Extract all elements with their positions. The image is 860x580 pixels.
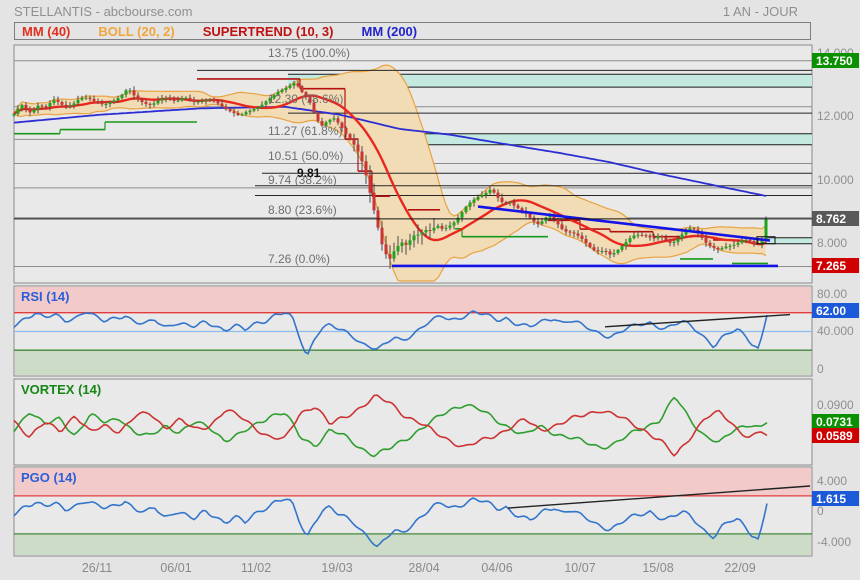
- chart-canvas[interactable]: [0, 0, 860, 580]
- rsi-axis-label: 80.00: [817, 287, 847, 301]
- vortex-value-badge: 0.0731: [812, 414, 859, 429]
- legend-mm40[interactable]: MM (40): [22, 24, 70, 39]
- fib-label: 10.51 (50.0%): [268, 149, 343, 163]
- date-label: 06/01: [152, 561, 200, 575]
- pgo-panel-title: PGO (14): [21, 470, 77, 485]
- rsi-oversold-zone: [15, 350, 811, 375]
- pgo-axis-label: 4.000: [817, 474, 847, 488]
- date-label: 04/06: [473, 561, 521, 575]
- pgo-overbought-zone: [15, 468, 811, 496]
- rsi-axis-label: 0: [817, 362, 824, 376]
- date-label: 15/08: [634, 561, 682, 575]
- pgo-axis-label: 0: [817, 504, 824, 518]
- vortex-value-badge: 0.0589: [812, 428, 859, 443]
- rsi-plot: [14, 287, 812, 375]
- fib-label: 7.26 (0.0%): [268, 252, 330, 266]
- vortex-axis-label: 0.0900: [817, 398, 854, 412]
- fib-label: 12.30 (78.6%): [268, 92, 343, 106]
- vortex-panel-title: VORTEX (14): [21, 382, 101, 397]
- date-label: 19/03: [313, 561, 361, 575]
- pgo-axis-label: -4.000: [817, 535, 851, 549]
- fib-label: 13.75 (100.0%): [268, 46, 350, 60]
- date-label: 28/04: [400, 561, 448, 575]
- date-label: 11/02: [232, 561, 280, 575]
- legend-mm200[interactable]: MM (200): [361, 24, 417, 39]
- price-axis-label: 10.000: [817, 173, 854, 187]
- price-annotation: 9.81: [297, 166, 320, 180]
- price-axis-label: 12.000: [817, 109, 854, 123]
- rsi-value-badge: 62.00: [812, 303, 859, 318]
- legend-supertrend[interactable]: SUPERTREND (10, 3): [203, 24, 334, 39]
- pgo-oversold-zone: [15, 534, 811, 555]
- rsi-overbought-zone: [15, 287, 811, 313]
- price-axis-label: 8.000: [817, 236, 847, 250]
- fib-label: 11.27 (61.8%): [268, 124, 343, 138]
- indicator-legend: MM (40) BOLL (20, 2) SUPERTREND (10, 3) …: [14, 22, 811, 40]
- fib-label: 8.80 (23.6%): [268, 203, 337, 217]
- price-value-badge: 7.265: [812, 258, 859, 273]
- rsi-panel-title: RSI (14): [21, 289, 69, 304]
- price-value-badge: 8.762: [812, 211, 859, 226]
- pgo-value-badge: 1.615: [812, 491, 859, 506]
- date-label: 10/07: [556, 561, 604, 575]
- rsi-axis-label: 40.000: [817, 324, 854, 338]
- timeframe-label: 1 AN - JOUR: [723, 4, 798, 19]
- price-value-badge: 13.750: [812, 53, 859, 68]
- chart-window: STELLANTIS - abcbourse.com 1 AN - JOUR M…: [0, 0, 860, 580]
- date-label: 26/11: [73, 561, 121, 575]
- legend-boll[interactable]: BOLL (20, 2): [98, 24, 174, 39]
- date-label: 22/09: [716, 561, 764, 575]
- instrument-title: STELLANTIS - abcbourse.com: [14, 4, 192, 19]
